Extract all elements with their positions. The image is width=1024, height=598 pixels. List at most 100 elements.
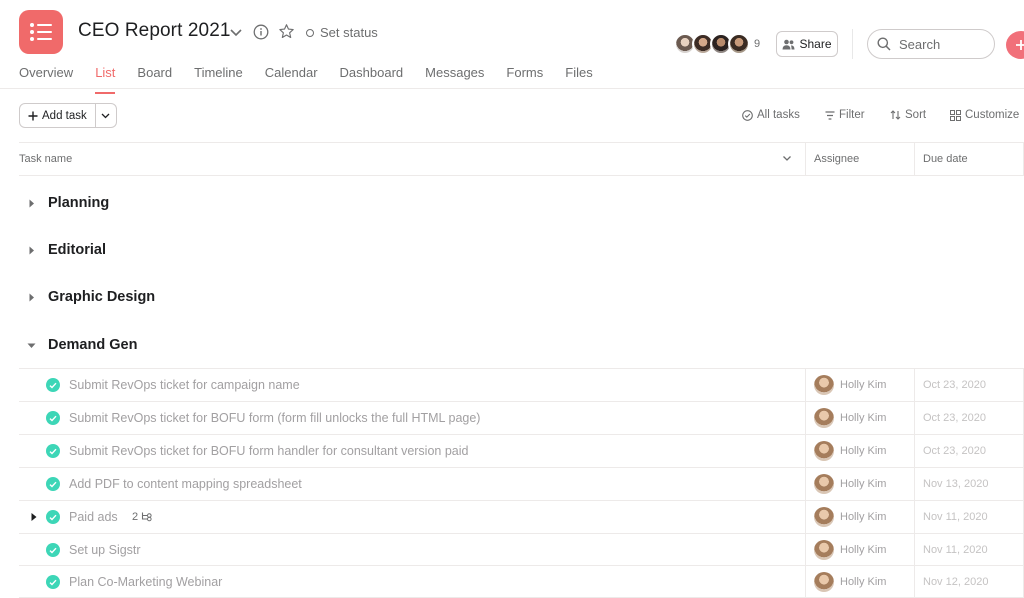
set-status-label: Set status: [320, 25, 378, 40]
task-name[interactable]: Set up Sigstr: [69, 543, 141, 557]
section-demand-gen[interactable]: Demand Gen: [27, 337, 137, 353]
add-task-group: Add task: [19, 103, 117, 128]
due-date-cell[interactable]: Oct 23, 2020: [914, 435, 1024, 467]
avatar: [814, 474, 834, 494]
completed-check-icon[interactable]: [46, 477, 60, 491]
task-row[interactable]: Submit RevOps ticket for BOFU form handl…: [19, 434, 1024, 467]
chevron-down-icon[interactable]: [782, 153, 792, 163]
task-name[interactable]: Submit RevOps ticket for BOFU form handl…: [69, 444, 468, 458]
avatar: [814, 441, 834, 461]
search-input[interactable]: [899, 36, 979, 52]
set-status-button[interactable]: Set status: [306, 25, 378, 40]
sort-icon: [890, 110, 901, 120]
share-button[interactable]: Share: [776, 31, 838, 57]
customize-button[interactable]: Customize: [950, 109, 1019, 121]
assignee-name: Holly Kim: [840, 511, 887, 523]
tab-calendar[interactable]: Calendar: [265, 65, 318, 94]
status-dot-icon: [306, 28, 314, 37]
tab-dashboard[interactable]: Dashboard: [340, 65, 404, 94]
tab-timeline[interactable]: Timeline: [194, 65, 243, 94]
completed-check-icon[interactable]: [46, 378, 60, 392]
task-row[interactable]: Plan Co-Marketing Webinar Holly Kim Nov …: [19, 565, 1024, 598]
column-assignee[interactable]: Assignee: [805, 143, 913, 175]
assignee-cell[interactable]: Holly Kim: [805, 468, 914, 500]
completed-check-icon[interactable]: [46, 411, 60, 425]
filter-icon: [825, 110, 835, 120]
completed-check-icon[interactable]: [46, 510, 60, 524]
caret-right-icon: [29, 293, 34, 301]
customize-label: Customize: [965, 109, 1020, 121]
task-row[interactable]: Submit RevOps ticket for BOFU form (form…: [19, 401, 1024, 434]
add-task-dropdown[interactable]: [95, 103, 117, 128]
assignee-cell[interactable]: Holly Kim: [805, 534, 914, 566]
due-date-cell[interactable]: Oct 23, 2020: [914, 402, 1024, 434]
due-date-cell[interactable]: Nov 12, 2020: [914, 566, 1024, 598]
assignee-cell[interactable]: Holly Kim: [805, 566, 914, 598]
all-tasks-label: All tasks: [757, 109, 800, 121]
task-row[interactable]: Paid ads 2 Holly Kim Nov 11, 2020: [19, 500, 1024, 533]
due-date-cell[interactable]: Nov 13, 2020: [914, 468, 1024, 500]
section-editorial[interactable]: Editorial: [27, 242, 106, 258]
all-tasks-button[interactable]: All tasks: [742, 109, 800, 121]
tab-list[interactable]: List: [95, 65, 116, 94]
chevron-down-icon[interactable]: [228, 24, 244, 40]
member-avatars[interactable]: 9: [674, 33, 760, 55]
due-date-cell[interactable]: Nov 11, 2020: [914, 534, 1024, 566]
add-task-button[interactable]: Add task: [19, 103, 96, 128]
due-date-cell[interactable]: Oct 23, 2020: [914, 369, 1024, 401]
caret-right-icon: [29, 199, 34, 207]
search-box[interactable]: [867, 29, 995, 59]
tab-forms[interactable]: Forms: [506, 65, 543, 94]
filter-button[interactable]: Filter: [825, 109, 865, 121]
assignee-cell[interactable]: Holly Kim: [805, 435, 914, 467]
section-planning[interactable]: Planning: [27, 195, 109, 211]
check-circle-icon: [742, 109, 753, 121]
section-graphic-design[interactable]: Graphic Design: [27, 289, 155, 305]
avatar: [814, 507, 834, 527]
column-header-row: Task name Assignee Due date: [19, 142, 1024, 176]
column-due-date[interactable]: Due date: [914, 143, 1024, 175]
assignee-name: Holly Kim: [840, 544, 887, 556]
tab-files[interactable]: Files: [565, 65, 592, 94]
add-global-button[interactable]: [1006, 31, 1024, 59]
task-name[interactable]: Add PDF to content mapping spreadsheet: [69, 477, 302, 491]
tab-overview[interactable]: Overview: [19, 65, 73, 94]
task-name[interactable]: Paid ads: [69, 510, 118, 524]
column-task-name[interactable]: Task name: [19, 153, 72, 165]
share-label: Share: [799, 37, 832, 51]
tab-board[interactable]: Board: [137, 65, 172, 94]
star-icon[interactable]: [278, 23, 295, 40]
tab-messages[interactable]: Messages: [425, 65, 484, 94]
avatar: [814, 572, 834, 592]
caret-right-icon[interactable]: [30, 512, 38, 522]
assignee-cell[interactable]: Holly Kim: [805, 402, 914, 434]
section-title: Graphic Design: [48, 289, 156, 305]
task-row[interactable]: Set up Sigstr Holly Kim Nov 11, 2020: [19, 533, 1024, 566]
member-count: 9: [754, 38, 761, 50]
assignee-cell[interactable]: Holly Kim: [805, 501, 914, 533]
sort-button[interactable]: Sort: [890, 109, 926, 121]
subtask-icon: [142, 512, 152, 522]
task-name[interactable]: Submit RevOps ticket for campaign name: [69, 378, 300, 392]
completed-check-icon[interactable]: [46, 575, 60, 589]
section-title: Planning: [48, 195, 110, 211]
project-icon[interactable]: [19, 10, 63, 54]
list-icon: [30, 23, 52, 41]
task-name[interactable]: Plan Co-Marketing Webinar: [69, 575, 222, 589]
completed-check-icon[interactable]: [46, 543, 60, 557]
project-title: CEO Report 2021: [78, 20, 231, 41]
task-row[interactable]: Submit RevOps ticket for campaign name H…: [19, 368, 1024, 401]
info-icon[interactable]: [253, 24, 269, 40]
task-name[interactable]: Submit RevOps ticket for BOFU form (form…: [69, 411, 480, 425]
subtask-count[interactable]: 2: [132, 511, 153, 523]
people-icon: [782, 39, 795, 49]
filter-label: Filter: [839, 109, 865, 121]
assignee-cell[interactable]: Holly Kim: [805, 369, 914, 401]
plus-icon: [1016, 40, 1024, 50]
section-title: Editorial: [48, 242, 107, 258]
chevron-down-icon: [101, 113, 110, 118]
avatar: [814, 540, 834, 560]
task-row[interactable]: Add PDF to content mapping spreadsheet H…: [19, 467, 1024, 500]
due-date-cell[interactable]: Nov 11, 2020: [914, 501, 1024, 533]
completed-check-icon[interactable]: [46, 444, 60, 458]
